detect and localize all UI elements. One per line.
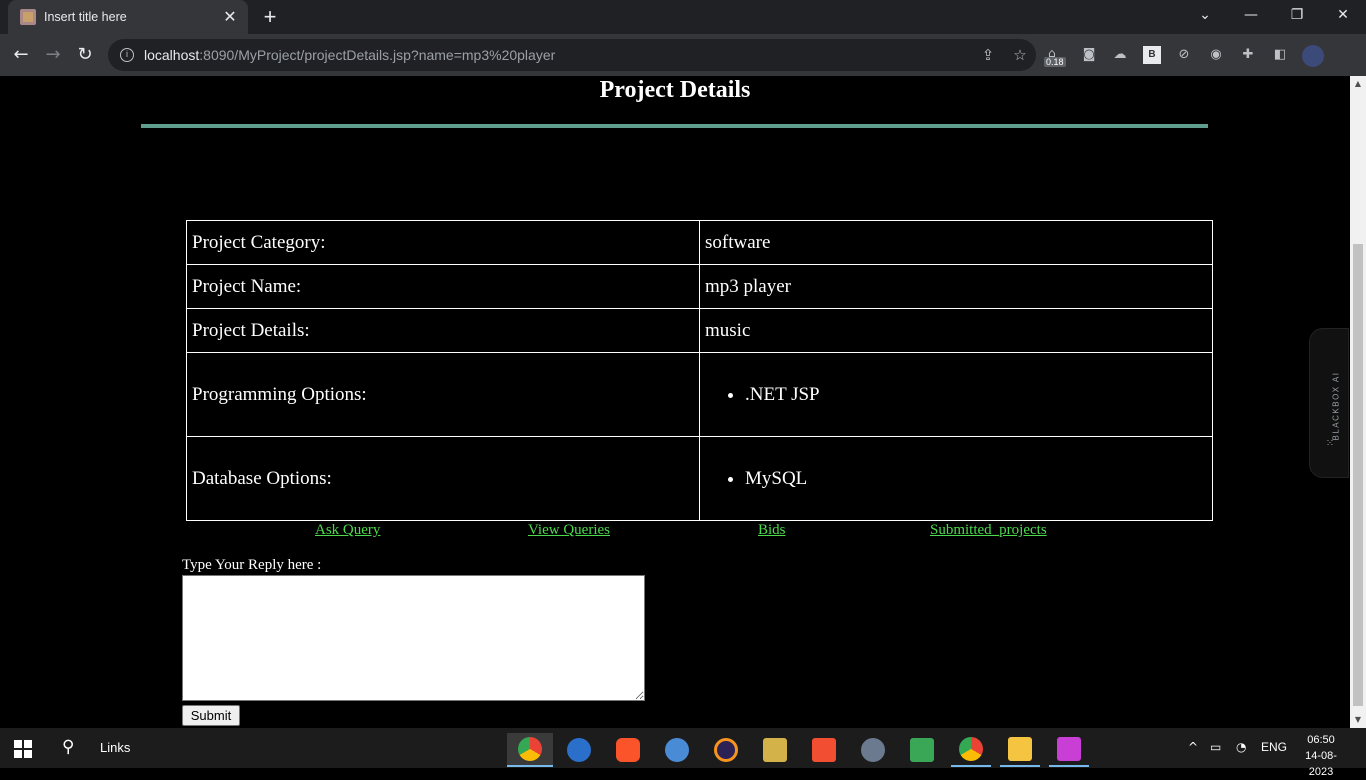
language-indicator[interactable]: ENG xyxy=(1261,740,1287,754)
blackbox-ai-widget[interactable]: BLACKBOX AI ⁙ xyxy=(1309,328,1349,478)
ask-query-link[interactable]: Ask Query xyxy=(315,522,380,539)
row-value: MySQL xyxy=(699,436,1213,521)
bookmark-star-icon[interactable]: ☆ xyxy=(1004,46,1036,64)
tool-taskbar-icon[interactable] xyxy=(755,733,795,767)
side-panel-icon[interactable]: ◧ xyxy=(1271,46,1289,64)
reply-label: Type Your Reply here : xyxy=(182,557,322,573)
submitted-projects-link[interactable]: Submitted_projects xyxy=(930,522,1047,539)
row-label: Project Category: xyxy=(186,220,700,265)
profile-avatar[interactable] xyxy=(1302,45,1324,67)
url-text[interactable]: localhost:8090/MyProject/projectDetails.… xyxy=(144,47,972,63)
taskbar-links-label[interactable]: Links xyxy=(100,740,130,755)
extension-compass-icon[interactable]: ⊘ xyxy=(1175,46,1193,64)
restore-button[interactable]: ❐ xyxy=(1274,0,1320,34)
browser-tab-bar: Insert title here ✕ + ⌄ — ❐ ✕ xyxy=(0,0,1366,34)
eclipse-taskbar-icon[interactable] xyxy=(706,733,746,767)
scroll-up-arrow-icon[interactable]: ▲ xyxy=(1350,76,1366,92)
scroll-down-arrow-icon[interactable]: ▼ xyxy=(1350,712,1366,728)
reply-textarea[interactable] xyxy=(182,575,645,701)
windows-start-icon[interactable] xyxy=(14,740,32,758)
browser-tab[interactable]: Insert title here ✕ xyxy=(8,0,248,34)
row-label: Project Details: xyxy=(186,308,700,353)
view-queries-link[interactable]: View Queries xyxy=(528,522,610,539)
blackbox-ai-label: BLACKBOX AI xyxy=(1331,371,1341,441)
globe-taskbar-icon[interactable] xyxy=(657,733,697,767)
tab-title: Insert title here xyxy=(44,10,127,24)
table-row: Programming Options: .NET JSP xyxy=(186,352,1213,437)
page-content: Project Details Project Category: softwa… xyxy=(0,76,1350,728)
new-tab-button[interactable]: + xyxy=(258,4,282,30)
back-arrow-icon[interactable]: ← xyxy=(6,40,36,70)
row-value: software xyxy=(699,220,1213,265)
git-taskbar-icon[interactable] xyxy=(804,733,844,767)
table-row: Database Options: MySQL xyxy=(186,436,1213,521)
table-row: Project Details: music xyxy=(186,308,1213,353)
taskbar-search-icon[interactable]: ⚲ xyxy=(62,737,74,757)
row-value: music xyxy=(699,308,1213,353)
clock-time: 06:50 xyxy=(1307,734,1335,746)
table-row: Project Name: mp3 player xyxy=(186,264,1213,309)
chrome-taskbar-icon[interactable] xyxy=(507,733,553,767)
brave-taskbar-icon[interactable] xyxy=(608,733,648,767)
app-taskbar-icon[interactable] xyxy=(853,733,893,767)
row-label: Programming Options: xyxy=(186,352,700,437)
extension-b-icon[interactable]: B xyxy=(1143,46,1161,64)
paint-taskbar-icon[interactable] xyxy=(1049,733,1089,767)
extension-counter-icon[interactable]: ⌂ 0.18 xyxy=(1044,46,1066,68)
close-tab-icon[interactable]: ✕ xyxy=(222,7,238,27)
row-label: Project Name: xyxy=(186,264,700,309)
share-icon[interactable]: ⇪ xyxy=(972,46,1004,64)
extension-circle-icon[interactable]: ◉ xyxy=(1207,46,1225,64)
row-value: .NET JSP xyxy=(699,352,1213,437)
forward-arrow-icon[interactable]: → xyxy=(38,40,68,70)
blackbox-dots-icon: ⁙ xyxy=(1325,438,1335,449)
browser-globe-taskbar-icon[interactable] xyxy=(559,733,599,767)
browser-toolbar: ← → ↻ i localhost:8090/MyProject/project… xyxy=(0,34,1366,76)
minimize-button[interactable]: — xyxy=(1228,0,1274,34)
wifi-icon[interactable]: ◔ xyxy=(1236,740,1246,754)
close-window-button[interactable]: ✕ xyxy=(1320,0,1366,34)
extension-glasses-icon[interactable]: ◙ xyxy=(1080,46,1098,64)
extensions-puzzle-icon[interactable]: ✚ xyxy=(1239,46,1257,64)
scrollbar-thumb[interactable] xyxy=(1353,244,1363,706)
row-label: Database Options: xyxy=(186,436,700,521)
media-taskbar-icon[interactable] xyxy=(902,733,942,767)
extension-badge-count: 0.18 xyxy=(1044,57,1066,67)
reload-icon[interactable]: ↻ xyxy=(70,40,100,70)
battery-icon[interactable]: ▭ xyxy=(1210,740,1221,754)
list-item: .NET JSP xyxy=(745,384,1207,406)
table-row: Project Category: software xyxy=(186,220,1213,265)
tab-search-chevron-icon[interactable]: ⌄ xyxy=(1182,0,1228,34)
title-divider xyxy=(141,124,1208,128)
extension-cloud-icon[interactable]: ☁ xyxy=(1111,46,1129,64)
taskbar-clock[interactable]: 06:50 14-08-2023 xyxy=(1296,732,1346,780)
list-item: MySQL xyxy=(745,468,1207,490)
clock-date: 14-08-2023 xyxy=(1305,750,1337,778)
windows-taskbar: ⚲ Links ^ ▭ ◔ ENG 06:50 14-08-2023 xyxy=(0,728,1366,778)
page-title: Project Details xyxy=(599,77,751,103)
row-value: mp3 player xyxy=(699,264,1213,309)
file-explorer-taskbar-icon[interactable] xyxy=(1000,733,1040,767)
address-bar[interactable]: i localhost:8090/MyProject/projectDetail… xyxy=(108,39,1036,71)
tray-chevron-up-icon[interactable]: ^ xyxy=(1188,740,1198,754)
project-details-table: Project Category: software Project Name:… xyxy=(186,220,1213,521)
chrome-profile-taskbar-icon[interactable] xyxy=(951,733,991,767)
submit-button[interactable]: Submit xyxy=(182,705,240,726)
page-favicon-icon xyxy=(20,9,36,25)
site-info-icon[interactable]: i xyxy=(120,48,134,62)
page-scrollbar[interactable]: ▲ ▼ xyxy=(1350,76,1366,728)
bids-link[interactable]: Bids xyxy=(758,522,786,539)
